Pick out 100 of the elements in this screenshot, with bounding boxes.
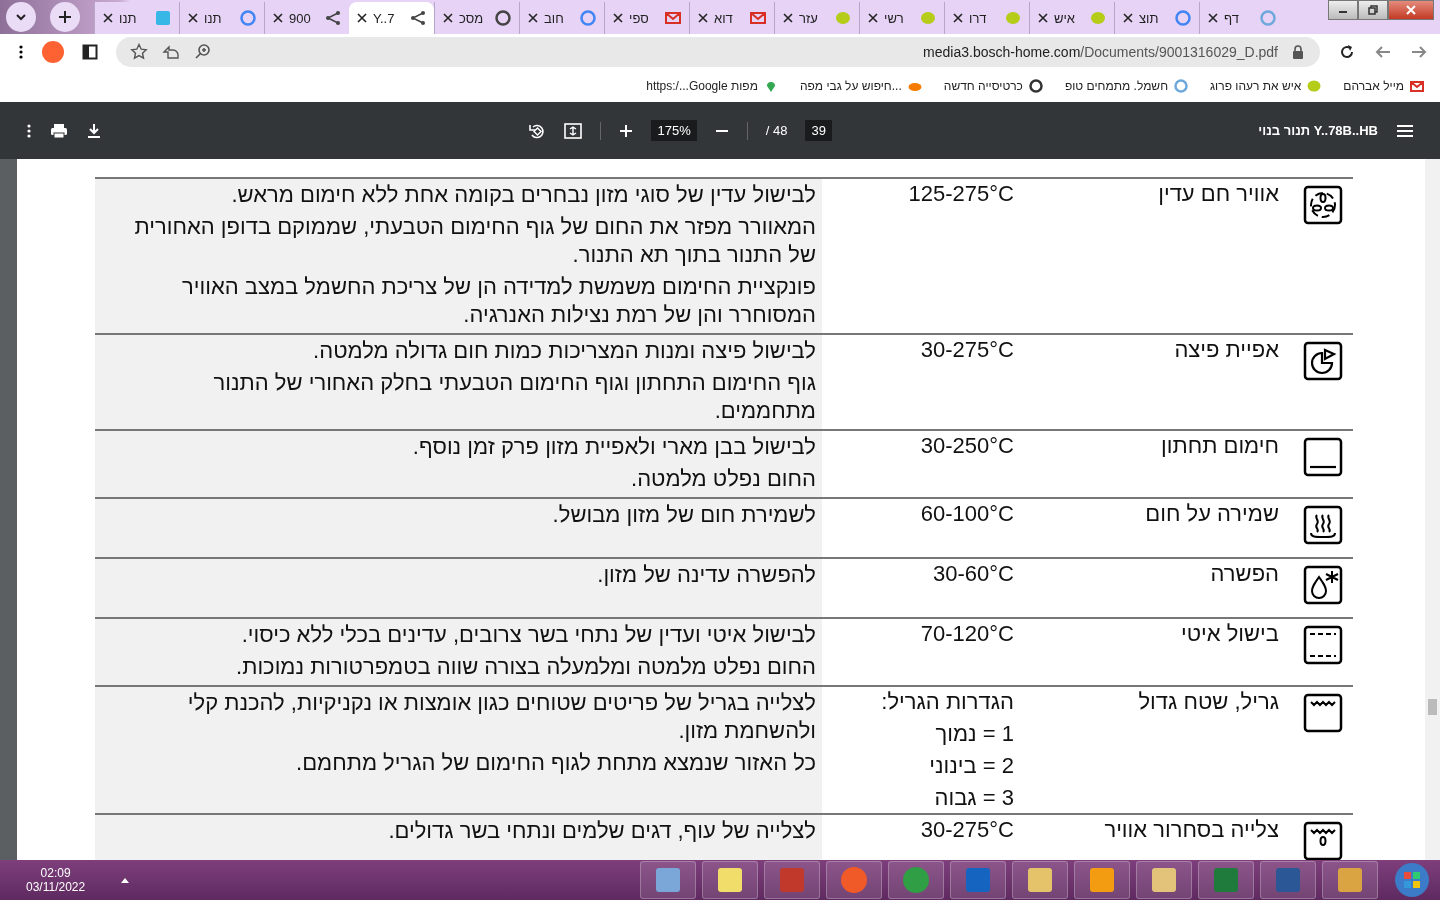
tab-title: רשי (884, 10, 905, 26)
share-icon[interactable] (162, 43, 180, 61)
bookmark-label: איש את רעהו פרוג (1210, 79, 1302, 93)
tray-arrow-icon[interactable] (121, 877, 130, 883)
app-icon (1335, 865, 1365, 895)
close-icon[interactable] (273, 13, 283, 23)
close-icon[interactable] (528, 13, 538, 23)
bookmark-item[interactable]: איש את רעהו פרוג (1210, 79, 1322, 93)
mode-name: הפשרה (1210, 561, 1279, 586)
taskbar-app-button[interactable] (1136, 861, 1192, 899)
oven-mode-icon (1303, 505, 1343, 545)
bookmark-item[interactable]: חשמל. מתמחים טופ (1064, 79, 1189, 93)
description-text: לבישול בבן מארי ולאפיית מזון פרק זמן נוסף. (411, 433, 816, 461)
close-icon[interactable] (1038, 13, 1048, 23)
page-number-field[interactable]: 39 (805, 120, 832, 141)
taskbar-app-button[interactable] (702, 861, 758, 899)
favicon-icon (1260, 10, 1276, 26)
more-menu-icon[interactable] (26, 122, 32, 139)
app-icon (839, 865, 869, 895)
restore-button[interactable] (1358, 0, 1388, 20)
app-icon (1087, 865, 1117, 895)
reload-icon[interactable] (1338, 43, 1356, 61)
windows-logo-icon (1394, 862, 1430, 898)
close-icon[interactable] (1208, 13, 1218, 23)
temperature-text: 2 = בינוני (928, 753, 1014, 779)
close-icon[interactable] (357, 13, 367, 23)
oven-mode-icon (1303, 437, 1343, 477)
scrollbar-thumb[interactable] (1428, 699, 1437, 715)
address-bar[interactable]: media3.bosch-home.com/Documents/9001316029_D.pdf (116, 37, 1320, 67)
tab-title: דוא (714, 10, 734, 26)
close-icon[interactable] (1123, 13, 1133, 23)
bookmark-label: מייל אברהם (1343, 79, 1404, 93)
close-icon[interactable] (613, 13, 623, 23)
temperature-text: 30-60°C (932, 561, 1014, 587)
description-text: החום נפלט מלמטה ומלמעלה בצורה שווה בטמפרטורות נמוכות. (235, 653, 816, 681)
plus-icon[interactable] (619, 123, 634, 138)
bookmark-item[interactable]: כרטיסייה חדשה (943, 79, 1043, 93)
fit-page-icon[interactable] (564, 121, 583, 140)
favicon-icon (1028, 79, 1043, 93)
tab-title: חוב (544, 10, 565, 26)
bookmark-label: חיפוש על גבי מפה... (799, 79, 902, 93)
zoom-field[interactable]: 175% (651, 120, 697, 141)
mode-name: בישול איטי (1180, 621, 1279, 646)
star-icon[interactable] (130, 43, 148, 61)
close-window-button[interactable] (1388, 0, 1434, 20)
favicon-icon (665, 10, 681, 26)
browser-tab[interactable]: Y..7 (349, 2, 434, 34)
profile-avatar[interactable] (42, 41, 64, 63)
plus-icon (58, 10, 72, 24)
close-icon[interactable] (188, 13, 198, 23)
temperature-text: 30-275°C (919, 817, 1014, 843)
bookmark-item[interactable]: מייל אברהם (1343, 79, 1424, 93)
bookmark-label: חשמל. מתמחים טופ (1064, 79, 1169, 93)
taskbar-app-button[interactable] (1074, 861, 1130, 899)
favicon-icon (155, 10, 171, 26)
scrollbar[interactable] (1425, 159, 1440, 860)
close-icon[interactable] (868, 13, 878, 23)
favicon-icon (495, 10, 511, 26)
side-panel-icon[interactable] (82, 44, 98, 60)
page-count: / 48 (765, 123, 788, 138)
tab-title: ספי (629, 10, 650, 26)
description-text: לבישול פיצה ומנות המצריכות כמות חום גדולה מלמטה. (312, 337, 816, 365)
tab-title: עזר (799, 10, 819, 26)
minimize-button[interactable] (1328, 0, 1358, 20)
close-icon (1406, 5, 1416, 15)
tab-title: דף (1224, 10, 1240, 26)
close-icon[interactable] (783, 13, 793, 23)
app-icon (715, 865, 745, 895)
document-title: תנור בנוי Y..78B..HB (1258, 123, 1378, 138)
app-icon (653, 865, 683, 895)
bookmark-item[interactable]: https:/...Google מפות (646, 79, 778, 93)
taskbar-app-button[interactable] (1322, 861, 1378, 899)
description-text: לבישול עדין של סוגי מזון נבחרים בקומה אחת ללא חימום מראש. (230, 181, 816, 209)
description-text: פונקציית החימום משמשת למדידה הן של צריכת החשמל במצב האוויר המסוחרר והן של רמת נצילות האנרגיה. (181, 273, 816, 329)
close-icon[interactable] (443, 13, 453, 23)
close-icon[interactable] (103, 13, 113, 23)
taskbar-app-button[interactable] (640, 861, 696, 899)
restore-icon (1368, 5, 1378, 15)
download-icon[interactable] (86, 122, 102, 139)
favicon-icon (750, 10, 766, 26)
clock[interactable]: 02:09 03/11/2022 (26, 866, 86, 894)
url-text: media3.bosch-home.com/Documents/9001316029_D.pdf (923, 44, 1278, 60)
description-text: לצלייה של עוף, דגים שלמים ונתחי בשר גדולים. (387, 817, 816, 845)
zoom-icon[interactable] (194, 43, 212, 61)
tab-search-button[interactable] (6, 2, 36, 32)
more-menu-icon[interactable] (18, 44, 24, 60)
new-tab-button[interactable] (50, 2, 80, 32)
app-icon (1149, 865, 1179, 895)
menu-icon[interactable] (1396, 123, 1414, 138)
close-icon[interactable] (698, 13, 708, 23)
description-text: לצלייה בגריל של פריטים שטוחים כגון אומצות או נקניקיות, להכנת קלי ולהשחמת מזון. (186, 689, 816, 745)
temperature-text: הגדרות הגריל: (880, 689, 1014, 715)
print-icon[interactable] (50, 122, 68, 139)
favicon-icon (1410, 79, 1424, 93)
close-icon[interactable] (953, 13, 963, 23)
favicon-icon (1090, 10, 1106, 26)
tab-title: תנו (119, 10, 138, 26)
taskbar-app-button[interactable] (1012, 861, 1068, 899)
temperature-text: 3 = גבוה (933, 785, 1014, 811)
bookmark-item[interactable]: חיפוש על גבי מפה... (799, 79, 922, 93)
